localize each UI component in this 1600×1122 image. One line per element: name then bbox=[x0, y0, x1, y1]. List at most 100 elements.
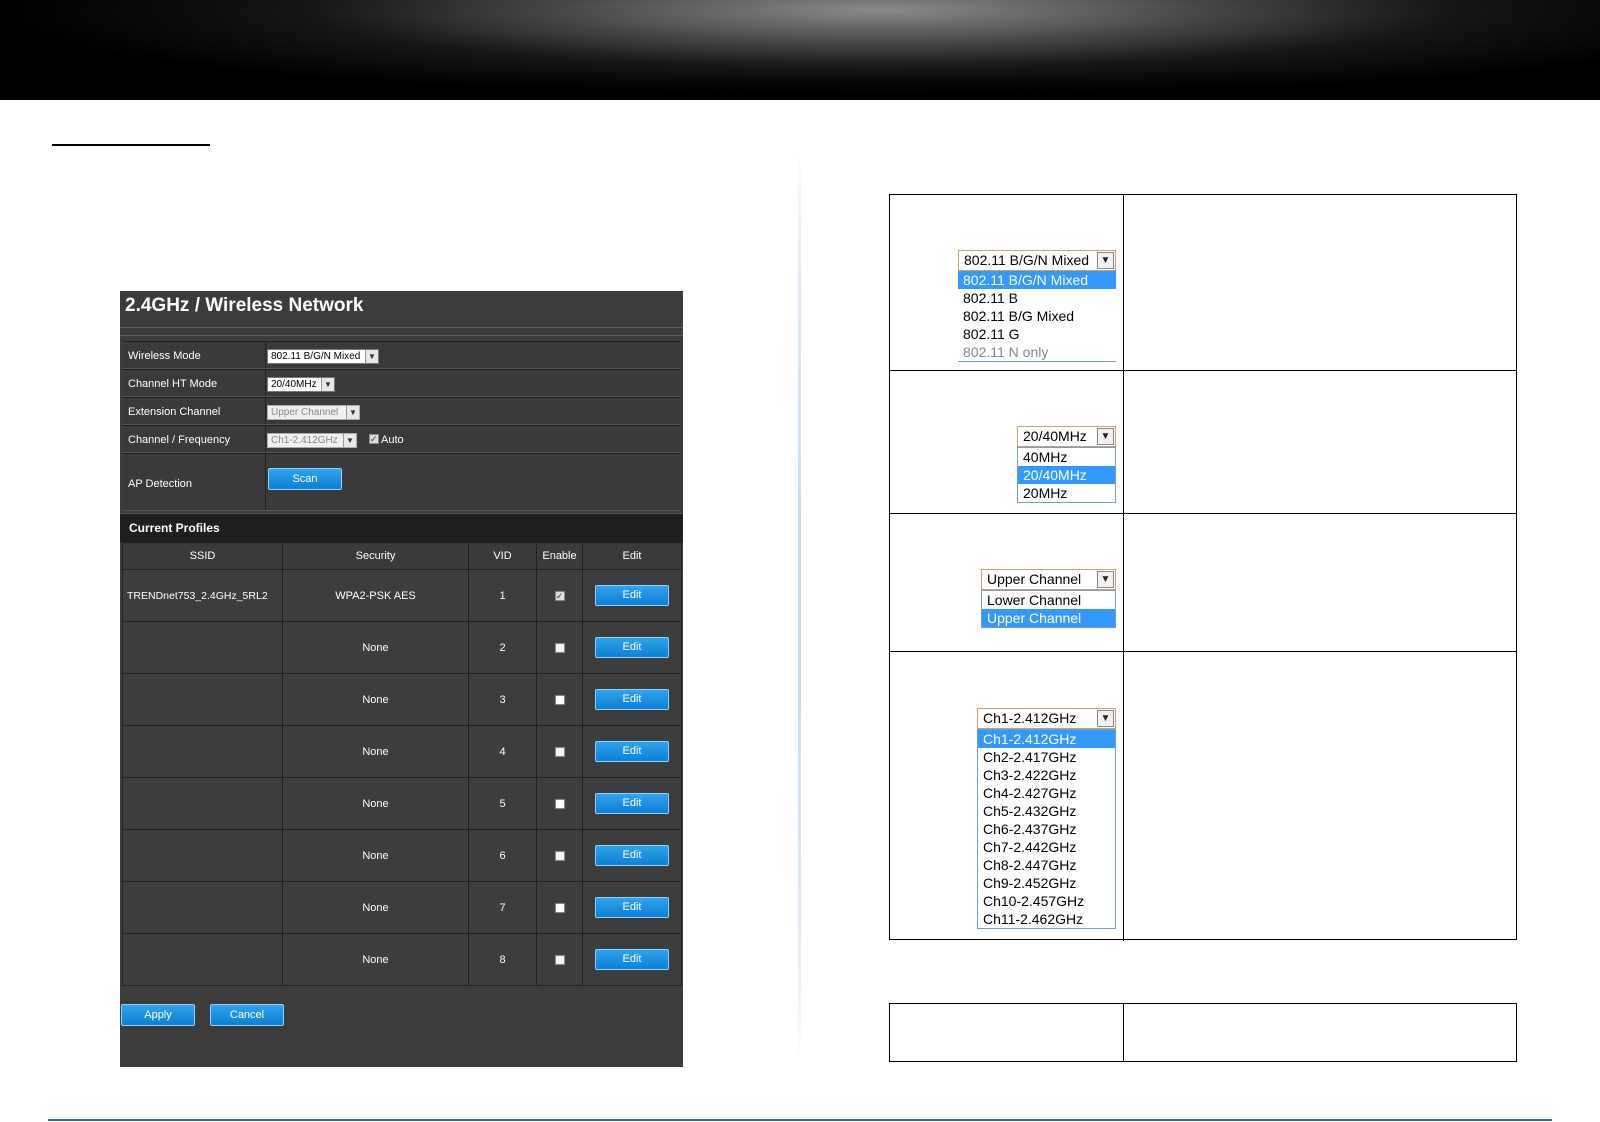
channel-frequency-option[interactable]: Ch7-2.442GHz bbox=[978, 838, 1115, 856]
channel-ht-mode-option[interactable]: 20/40MHz bbox=[1018, 466, 1115, 484]
edit-button[interactable]: Edit bbox=[595, 897, 669, 918]
extension-channel-select[interactable]: Upper Channel ▼ bbox=[267, 405, 360, 420]
extension-channel-option[interactable]: Upper Channel bbox=[982, 609, 1115, 627]
scan-button[interactable]: Scan bbox=[268, 468, 342, 490]
channel-frequency-option[interactable]: Ch1-2.412GHz bbox=[978, 730, 1115, 748]
ap-detection-label: AP Detection bbox=[128, 478, 193, 490]
column-header-ssid: SSID bbox=[122, 542, 283, 570]
ssid-cell: TRENDnet753_2.4GHz_5RL2 bbox=[122, 569, 283, 622]
enable-cell bbox=[536, 933, 583, 986]
wireless-mode-option[interactable]: 802.11 G bbox=[958, 325, 1116, 343]
wireless-mode-option[interactable]: 802.11 N only bbox=[958, 343, 1116, 361]
channel-frequency-option[interactable]: Ch8-2.447GHz bbox=[978, 856, 1115, 874]
enable-cell bbox=[536, 725, 583, 778]
column-header-security: Security bbox=[282, 542, 469, 570]
column-header-vid: VID bbox=[468, 542, 537, 570]
edit-button[interactable]: Edit bbox=[595, 741, 669, 762]
column-separator bbox=[265, 426, 266, 452]
vid-cell: 1 bbox=[468, 569, 537, 622]
enable-checkbox[interactable] bbox=[554, 798, 565, 809]
security-cell: WPA2-PSK AES bbox=[282, 569, 469, 622]
divider bbox=[120, 335, 683, 336]
security-cell: None bbox=[282, 881, 469, 934]
enable-checkbox[interactable] bbox=[554, 954, 565, 965]
channel-frequency-option[interactable]: Ch6-2.437GHz bbox=[978, 820, 1115, 838]
channel-frequency-option[interactable]: Ch4-2.427GHz bbox=[978, 784, 1115, 802]
channel-frequency-option[interactable]: Ch5-2.432GHz bbox=[978, 802, 1115, 820]
edit-button[interactable]: Edit bbox=[595, 949, 669, 970]
edit-button[interactable]: Edit bbox=[595, 585, 669, 606]
enable-checkbox[interactable]: ✓ bbox=[554, 590, 565, 601]
ssid-cell bbox=[122, 725, 283, 778]
wireless-mode-option[interactable]: 802.11 B bbox=[958, 289, 1116, 307]
reference-row-channel-ht-mode: 20/40MHz ▼ 40MHz 20/40MHz 20MHz bbox=[890, 371, 1516, 514]
table-row: None 3 Edit bbox=[122, 673, 682, 726]
channel-frequency-option[interactable]: Ch10-2.457GHz bbox=[978, 892, 1115, 910]
channel-frequency-option[interactable]: Ch2-2.417GHz bbox=[978, 748, 1115, 766]
channel-frequency-option[interactable]: Ch9-2.452GHz bbox=[978, 874, 1115, 892]
column-header-enable: Enable bbox=[536, 542, 583, 570]
channel-ht-mode-option[interactable]: 40MHz bbox=[1018, 448, 1115, 466]
wireless-mode-label: Wireless Mode bbox=[128, 350, 201, 362]
ssid-cell bbox=[122, 881, 283, 934]
extension-channel-option[interactable]: Lower Channel bbox=[982, 591, 1115, 609]
column-separator bbox=[1123, 652, 1124, 941]
channel-frequency-row: Channel / Frequency Ch1-2.412GHz ▼ ✓ Aut… bbox=[123, 425, 680, 453]
auto-channel-label: Auto bbox=[381, 434, 404, 446]
ap-detection-row: AP Detection Scan bbox=[123, 453, 680, 511]
edit-button[interactable]: Edit bbox=[595, 793, 669, 814]
apply-button[interactable]: Apply bbox=[121, 1004, 195, 1026]
security-cell: None bbox=[282, 933, 469, 986]
enable-checkbox[interactable] bbox=[554, 642, 565, 653]
wireless-mode-select[interactable]: 802.11 B/G/N Mixed ▼ bbox=[267, 349, 379, 364]
profiles-table: SSID Security VID Enable Edit TRENDnet75… bbox=[122, 542, 682, 986]
wireless-mode-dropdown[interactable]: 802.11 B/G/N Mixed ▼ bbox=[958, 250, 1116, 271]
channel-frequency-option[interactable]: Ch3-2.422GHz bbox=[978, 766, 1115, 784]
vid-cell: 8 bbox=[468, 933, 537, 986]
enable-checkbox[interactable] bbox=[554, 850, 565, 861]
cancel-button[interactable]: Cancel bbox=[210, 1004, 284, 1026]
settings-reference-table: 802.11 B/G/N Mixed ▼ 802.11 B/G/N Mixed 8… bbox=[889, 194, 1517, 941]
column-separator bbox=[1123, 371, 1124, 513]
auto-channel-checkbox[interactable]: ✓ bbox=[369, 434, 379, 444]
settings-reference-table-2 bbox=[889, 1003, 1517, 1062]
chevron-down-icon: ▼ bbox=[1097, 252, 1114, 269]
column-separator bbox=[265, 398, 266, 424]
ssid-cell bbox=[122, 933, 283, 986]
enable-checkbox[interactable] bbox=[554, 746, 565, 757]
channel-ht-mode-dropdown-value: 20/40MHz bbox=[1023, 428, 1087, 444]
column-separator bbox=[265, 454, 266, 510]
enable-cell: ✓ bbox=[536, 569, 583, 622]
channel-frequency-dropdown-value: Ch1-2.412GHz bbox=[983, 710, 1077, 726]
edit-button[interactable]: Edit bbox=[595, 637, 669, 658]
edit-button[interactable]: Edit bbox=[595, 689, 669, 710]
channel-ht-mode-dropdown[interactable]: 20/40MHz ▼ bbox=[1017, 426, 1116, 447]
vid-cell: 6 bbox=[468, 829, 537, 882]
column-separator bbox=[265, 342, 266, 368]
wireless-network-panel: 2.4GHz / Wireless Network Wireless Mode … bbox=[120, 291, 683, 1067]
extension-channel-value: Upper Channel bbox=[271, 407, 339, 418]
enable-checkbox[interactable] bbox=[554, 902, 565, 913]
channel-frequency-option[interactable]: Ch11-2.462GHz bbox=[978, 910, 1115, 928]
page-column-divider bbox=[798, 140, 801, 1070]
ssid-cell bbox=[122, 777, 283, 830]
wireless-mode-option[interactable]: 802.11 B/G Mixed bbox=[958, 307, 1116, 325]
channel-frequency-value: Ch1-2.412GHz bbox=[271, 435, 338, 446]
divider bbox=[120, 327, 683, 328]
vid-cell: 7 bbox=[468, 881, 537, 934]
section-title-underline bbox=[52, 144, 210, 146]
footer-rule bbox=[48, 1119, 1552, 1121]
channel-frequency-dropdown[interactable]: Ch1-2.412GHz ▼ bbox=[977, 708, 1116, 729]
table-row: None 7 Edit bbox=[122, 881, 682, 934]
wireless-mode-option[interactable]: 802.11 B/G/N Mixed bbox=[958, 271, 1116, 289]
edit-button[interactable]: Edit bbox=[595, 845, 669, 866]
edit-cell: Edit bbox=[582, 933, 682, 986]
enable-checkbox[interactable] bbox=[554, 694, 565, 705]
vid-cell: 3 bbox=[468, 673, 537, 726]
channel-ht-mode-option[interactable]: 20MHz bbox=[1018, 484, 1115, 502]
extension-channel-dropdown[interactable]: Upper Channel ▼ bbox=[981, 569, 1116, 590]
chevron-down-icon: ▼ bbox=[1097, 710, 1114, 727]
channel-frequency-select[interactable]: Ch1-2.412GHz ▼ bbox=[267, 433, 357, 448]
extension-channel-label: Extension Channel bbox=[128, 406, 221, 418]
channel-ht-mode-select[interactable]: 20/40MHz ▼ bbox=[267, 377, 335, 392]
